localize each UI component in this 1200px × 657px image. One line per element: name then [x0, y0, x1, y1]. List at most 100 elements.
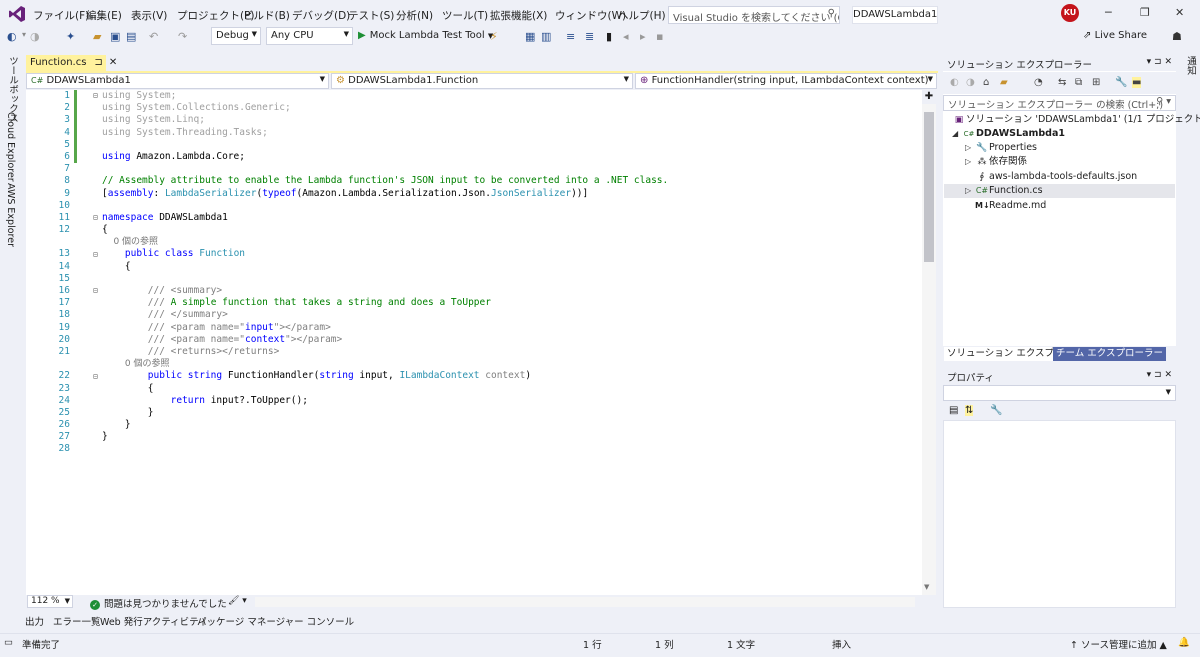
close-icon[interactable]: ✕ — [1175, 6, 1184, 19]
project-nav-select[interactable]: C# DDAWSLambda1 ▼ — [26, 73, 329, 89]
collapse-icon[interactable]: ⊟ — [93, 286, 98, 295]
scroll-thumb[interactable] — [924, 112, 934, 262]
collapsed-icon[interactable]: ▷ — [965, 141, 975, 155]
menu-debug[interactable]: デバッグ(D) — [292, 8, 350, 23]
tab-web-publish[interactable]: Web 発行アクティビティ — [100, 614, 208, 628]
collapse-icon[interactable]: ⊟ — [93, 250, 98, 259]
wrench-icon: 🔧 — [976, 143, 988, 153]
reference-count-lens[interactable]: 0 個の参照 — [102, 358, 668, 370]
collapse-icon[interactable]: ⊟ — [93, 372, 98, 381]
avatar[interactable]: KU — [1061, 4, 1079, 22]
back-icon[interactable]: ◐ — [7, 30, 17, 43]
switch-view-icon[interactable]: ▰ — [1000, 77, 1008, 88]
panel-controls-icon[interactable]: ▾ ⊐ ✕ — [1147, 57, 1172, 67]
split-editor-icon[interactable]: ✚ — [922, 90, 936, 104]
markdown-file-icon: M↓ — [975, 201, 990, 210]
menu-window[interactable]: ウィンドウ(W) — [555, 8, 626, 23]
menu-test[interactable]: テスト(S) — [348, 8, 394, 23]
properties-object-select[interactable]: ▼ — [943, 385, 1176, 401]
maximize-icon[interactable]: ❐ — [1140, 6, 1150, 19]
tree-solution[interactable]: ▣ ソリューション 'DDAWSLambda1' (1/1 プロジェクト) — [952, 113, 1200, 127]
indent-icon[interactable]: ≡ — [566, 30, 575, 43]
menu-tools[interactable]: ツール(T) — [442, 8, 488, 23]
code-editor[interactable]: 1 2 3 4 5 6 7 8 9 10 11 12 13 14 15 16 17 18 19 20 21 22 23 24 2… — [26, 90, 936, 595]
source-control-button[interactable]: ↑ ソース管理に追加 ▲ — [1070, 637, 1167, 651]
open-folder-icon[interactable]: ▰ — [93, 30, 101, 43]
collapse-icon[interactable]: ⊟ — [93, 91, 98, 100]
menu-edit[interactable]: 編集(E) — [86, 8, 122, 23]
cloud-explorer-tab[interactable]: Cloud Explorer — [5, 112, 16, 182]
pending-changes-icon[interactable]: ◔ — [1034, 77, 1043, 88]
tab-output[interactable]: 出力 — [25, 614, 44, 628]
collapsed-icon[interactable]: ▷ — [965, 184, 975, 198]
tab-error-list[interactable]: エラー一覧 — [53, 614, 101, 628]
categorized-icon[interactable]: ▤ — [949, 405, 958, 416]
live-share-button[interactable]: ⇗ Live Share — [1083, 30, 1147, 41]
close-tab-icon[interactable]: ✕ — [109, 57, 117, 68]
save-all-icon[interactable]: ▤ — [126, 30, 136, 43]
issues-indicator[interactable]: ✓ 問題は見つかりませんでした — [90, 596, 227, 610]
reference-count-lens[interactable]: 0 個の参照 — [102, 236, 668, 248]
aws-explorer-tab[interactable]: AWS Explorer — [5, 183, 16, 247]
property-pages-icon[interactable]: 🔧 — [990, 405, 1002, 416]
scroll-down-icon[interactable]: ▼ — [924, 583, 929, 591]
new-project-icon[interactable]: ✦ — [66, 30, 75, 43]
menu-view[interactable]: 表示(V) — [131, 8, 167, 23]
tree-project[interactable]: ◢ C# DDAWSLambda1 — [952, 127, 1065, 141]
tree-item-function-cs[interactable]: ▷ C#Function.cs — [965, 184, 1043, 198]
notifications-tab[interactable]: 通知 — [1183, 56, 1197, 75]
chevron-down-icon: ▼ — [343, 30, 349, 38]
collapsed-icon[interactable]: ▷ — [965, 155, 975, 169]
code-line: { — [102, 382, 154, 394]
outdent-icon[interactable]: ≣ — [585, 30, 594, 43]
panel-controls-icon[interactable]: ▾ ⊐ ✕ — [1147, 370, 1172, 380]
solution-explorer-title: ソリューション エクスプローラー — [947, 60, 1093, 71]
save-icon[interactable]: ▣ — [110, 30, 120, 43]
platform-select[interactable]: Any CPU ▼ — [266, 27, 353, 45]
tree-item-properties[interactable]: ▷ 🔧Properties — [965, 141, 1037, 155]
collapse-icon[interactable]: ⊟ — [93, 213, 98, 222]
chevron-down-icon: ▼ — [64, 597, 70, 605]
config-select[interactable]: Debug ▼ — [211, 27, 261, 45]
sync-icon[interactable]: ⇆ — [1058, 77, 1066, 88]
menu-file[interactable]: ファイル(F) — [33, 8, 89, 23]
bookmark-icon[interactable]: ▮ — [606, 30, 612, 43]
properties-wrench-icon[interactable]: 🔧 — [1115, 77, 1127, 88]
tree-item-dependencies[interactable]: ▷ ⁂ 依存関係 — [965, 155, 1027, 169]
minimize-icon[interactable]: ─ — [1105, 6, 1112, 19]
dropdown-icon[interactable]: ▾ — [22, 30, 26, 39]
tab-team-explorer[interactable]: チーム エクスプローラー — [1053, 347, 1166, 361]
expanded-icon[interactable]: ◢ — [952, 127, 962, 141]
pin-icon[interactable]: ⊐ — [94, 57, 102, 68]
menu-analyze[interactable]: 分析(N) — [396, 8, 433, 23]
home-icon[interactable]: ⌂ — [983, 77, 989, 88]
hot-reload-icon[interactable]: ⚡ — [490, 30, 498, 43]
comment-icon[interactable]: ▥ — [541, 30, 551, 43]
horizontal-scrollbar[interactable] — [255, 597, 915, 607]
tab-package-manager[interactable]: パッケージ マネージャー コンソール — [197, 614, 354, 628]
tree-item-json[interactable]: ∮ aws-lambda-tools-defaults.json — [965, 170, 1138, 184]
search-input[interactable]: Visual Studio を検索してください (Ctrl... ⚲ — [668, 6, 840, 24]
tree-item-readme[interactable]: M↓Readme.md — [965, 199, 1046, 213]
visual-studio-logo-icon[interactable] — [8, 5, 26, 23]
member-nav-select[interactable]: ⊕ FunctionHandler(string input, ILambdaC… — [635, 73, 937, 89]
feedback-icon[interactable]: ☗ — [1172, 30, 1182, 43]
menu-build[interactable]: ビルド(B) — [243, 8, 290, 23]
run-button[interactable]: ▶ Mock Lambda Test Tool ▼ — [358, 30, 493, 41]
tab-function-cs[interactable]: Function.cs ⊐ ✕ — [26, 55, 117, 72]
menu-help[interactable]: ヘルプ(H) — [618, 8, 666, 23]
code-text[interactable]: using System; using System.Collections.G… — [102, 90, 668, 456]
collapse-all-icon[interactable]: ⧉ — [1075, 77, 1082, 88]
notifications-icon[interactable]: 🔔 — [1178, 637, 1190, 648]
type-nav-select[interactable]: ⚙ DDAWSLambda1.Function ▼ — [331, 73, 633, 89]
preview-icon[interactable]: ▬ — [1132, 77, 1142, 88]
solution-search-input[interactable]: ソリューション エクスプローラー の検索 (Ctrl+;) ⚲ ▾ — [943, 95, 1176, 111]
properties-grid — [943, 420, 1176, 608]
show-all-files-icon[interactable]: ⊞ — [1092, 77, 1100, 88]
zoom-select[interactable]: 112 % ▼ — [27, 595, 73, 608]
alphabetical-icon[interactable]: ⇅ — [965, 405, 974, 416]
code-line: namespace DDAWSLambda1 — [102, 211, 228, 223]
menu-extensions[interactable]: 拡張機能(X) — [490, 8, 547, 23]
toggle-icon[interactable]: ▦ — [525, 30, 535, 43]
code-cleanup-icon[interactable]: 🖌 ▾ — [228, 596, 247, 606]
